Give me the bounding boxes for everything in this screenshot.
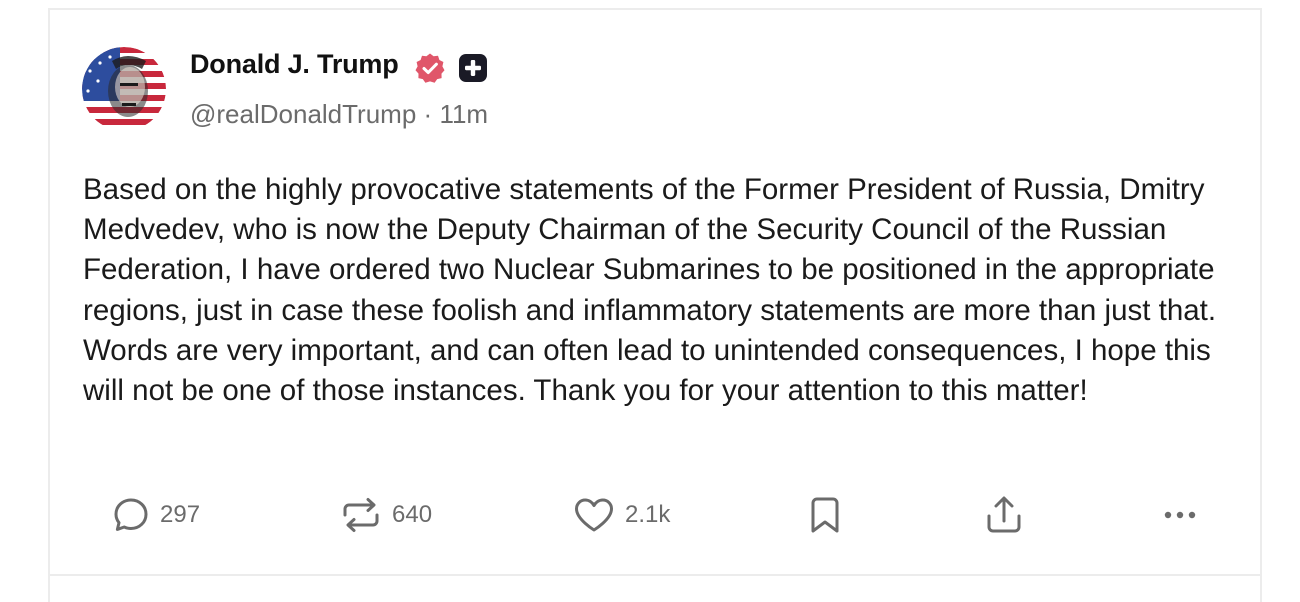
repost-icon	[340, 496, 382, 534]
share-button[interactable]	[984, 490, 1024, 540]
verified-badge-icon	[414, 52, 446, 84]
reply-button[interactable]: 297	[112, 490, 200, 540]
repost-count: 640	[392, 501, 433, 528]
repost-button[interactable]: 640	[340, 490, 432, 540]
bookmark-icon	[809, 495, 841, 535]
author-handle[interactable]: @realDonaldTrump	[190, 99, 416, 129]
reply-count: 297	[160, 501, 201, 528]
author-name[interactable]: Donald J. Trump	[190, 49, 399, 80]
like-count: 2.1k	[625, 501, 671, 528]
plus-badge-icon	[458, 53, 488, 83]
flag-portrait-avatar-icon	[82, 47, 166, 131]
page: Donald J. Trump @realDonaldTrump · 11m B…	[0, 0, 1300, 602]
reply-icon	[112, 496, 150, 534]
avatar[interactable]	[82, 47, 166, 131]
heart-icon	[573, 496, 615, 534]
action-bar: 297 640 2.1k	[0, 490, 1300, 540]
bookmark-button[interactable]	[809, 490, 841, 540]
next-post-card-edge	[48, 576, 1262, 602]
post-meta: @realDonaldTrump · 11m	[190, 99, 488, 130]
share-icon	[984, 494, 1024, 536]
like-button[interactable]: 2.1k	[573, 490, 670, 540]
meta-separator: ·	[423, 99, 433, 129]
post-body: Based on the highly provocative statemen…	[83, 173, 1217, 408]
post-time[interactable]: 11m	[439, 99, 488, 129]
more-icon	[1160, 505, 1200, 525]
more-options-button[interactable]	[1160, 490, 1200, 540]
